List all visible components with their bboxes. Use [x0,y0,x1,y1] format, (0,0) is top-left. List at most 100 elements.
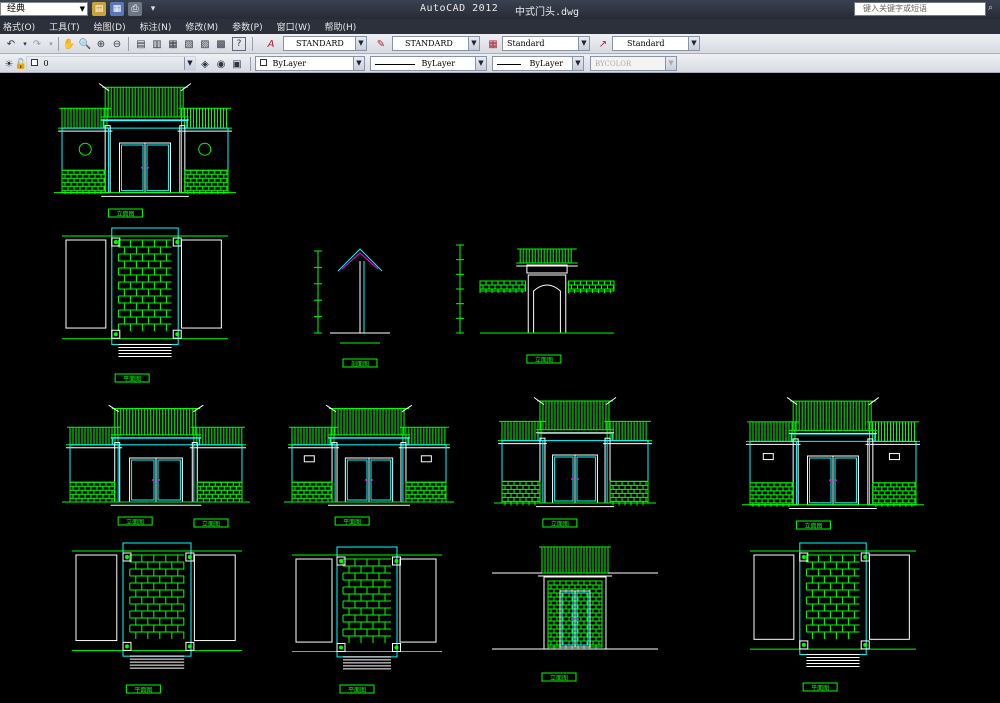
chevron-down-icon[interactable]: ▼ [475,57,486,70]
mleader-style-icon[interactable]: ↗ [596,37,610,51]
mleader-style-select[interactable]: Standard ▼ [612,36,700,51]
print-icon[interactable]: ⎙ [128,2,142,16]
linetype-preview [375,63,415,65]
annotation: 立面图 [193,518,229,528]
drawing-label-text: 平面图 [134,687,152,694]
markup-icon[interactable]: ▨ [198,37,212,51]
menu-parametric[interactable]: 参数(P) [229,20,273,33]
menu-modify[interactable]: 修改(M) [182,20,229,33]
color-select[interactable]: ByLayer ▼ [255,56,365,71]
drawing-label-text: 立面图 [551,520,569,528]
lineweight-value: ByLayer [529,59,564,68]
chevron-down-icon: ▼ [665,57,676,70]
drawing-label: 立面图 [795,520,831,530]
elevation-drawing: 立面图 [54,83,236,218]
quickcalc-icon[interactable]: ▩ [214,37,228,51]
elevation-drawing: 立面图 [742,397,924,530]
drawing-label: 平面图 [802,682,838,692]
plan-drawing: 平面图 [72,542,242,694]
drawing-canvas[interactable]: 立面图平面图剖面图立面图立面图 平面图 立面图 立面图平面图 平面图立面图平面图立面图 [0,73,1000,703]
lineweight-select[interactable]: ByLayer ▼ [492,56,584,71]
chevron-down-icon[interactable]: ▼ [578,37,589,50]
menu-draw[interactable]: 绘图(D) [91,20,137,33]
drawing-label: 立面图 [107,208,143,218]
drawing-label-text: 平面图 [348,687,366,694]
make-current-layer-icon[interactable]: ◈ [198,57,212,71]
table-style-select[interactable]: Standard ▼ [502,36,590,51]
undo-icon[interactable]: ↶ [4,37,18,51]
zoom-previous-icon[interactable]: ⊖ [110,37,124,51]
drawing-label: 立面图 [541,672,577,682]
menu-window[interactable]: 窗口(W) [274,20,322,33]
drawing-label: 立面图 [526,354,562,364]
drawing-label-text: 平面图 [123,376,141,383]
save-icon[interactable]: ▦ [110,2,124,16]
properties-icon[interactable]: ▤ [134,37,148,51]
quick-access-toolbar: ▤ ▦ ⎙ ▾ [92,2,160,16]
drawing-label-text: 剖面图 [351,360,369,368]
chevron-down-icon[interactable]: ▼ [688,37,699,50]
chevron-down-icon[interactable]: ▼ [572,57,583,70]
drawing-label: 剖面图 [342,358,378,368]
color-swatch [260,59,267,66]
chevron-down-icon[interactable]: ▾ [44,37,58,51]
design-center-icon[interactable]: ▥ [150,37,164,51]
drawing-label-text: 立面图 [202,520,220,528]
mleader-style-value: Standard [627,39,665,48]
text-style-icon[interactable]: A [264,37,278,51]
zoom-realtime-icon[interactable]: 🔍 [78,37,92,51]
workspace-select[interactable]: 经典 ▼ [0,2,88,16]
search-icon[interactable]: ⌕ [988,3,1000,15]
text-style-value: STANDARD [296,39,344,48]
elevation-drawing: 平面图 [284,404,454,526]
zoom-window-icon[interactable]: ⊕ [94,37,108,51]
linetype-value: ByLayer [421,59,456,68]
dim-style-icon[interactable]: ✎ [374,37,388,51]
chevron-down-icon[interactable]: ▼ [353,57,364,70]
table-style-icon[interactable]: ▦ [486,37,500,51]
layers-toolbar: ☀ 🔓 0 ▼ ◈ ◉ ▣ ByLayer ▼ ByLayer ▼ ByLaye… [0,54,1000,73]
drawing-label: 平面图 [125,684,161,694]
table-style-value: Standard [507,39,545,48]
app-title: AutoCAD 2012 [420,3,499,14]
menu-format[interactable]: 格式(O) [0,20,46,33]
redo-icon[interactable]: ↷ [30,37,44,51]
drawing-label-text: 立面图 [116,210,134,218]
chevron-down-icon[interactable]: ▼ [468,37,479,50]
elevation-drawing: 立面图 [456,244,615,364]
chevron-down-icon[interactable]: ▼ [355,37,366,50]
plan-drawing: 平面图 [292,546,442,694]
drawing-label-text: 立面图 [550,674,568,682]
open-icon[interactable]: ▤ [92,2,106,16]
elevation-drawing: 立面图 [62,404,250,526]
layer-select[interactable]: 0 ▼ [26,56,196,71]
title-bar: 经典 ▼ ▤ ▦ ⎙ ▾ AutoCAD 2012 中式门头.dwg 键入关键字… [0,0,1000,19]
chevron-down-icon[interactable]: ▾ [146,2,160,16]
linetype-select[interactable]: ByLayer ▼ [370,56,487,71]
sheet-set-icon[interactable]: ▧ [182,37,196,51]
elevation-drawing: 立面图 [494,396,656,528]
menu-tools[interactable]: 工具(T) [46,20,91,33]
standard-toolbar: ↶ ▾ ↷ ▾ ✋ 🔍 ⊕ ⊖ ▤ ▥ ▦ ▧ ▨ ▩ ? A STANDARD… [0,34,1000,54]
tool-palettes-icon[interactable]: ▦ [166,37,180,51]
dim-style-select[interactable]: STANDARD ▼ [392,36,480,51]
workspace-label: 经典 [7,4,26,14]
dim-style-value: STANDARD [405,39,453,48]
menu-bar: 格式(O) 工具(T) 绘图(D) 标注(N) 修改(M) 参数(P) 窗口(W… [0,19,1000,34]
menu-help[interactable]: 帮助(H) [322,20,368,33]
pan-icon[interactable]: ✋ [62,37,76,51]
help-icon[interactable]: ? [232,37,246,51]
layer-previous-icon[interactable]: ◉ [214,57,228,71]
chevron-down-icon[interactable]: ▼ [184,57,195,70]
section-drawing: 剖面图 [314,248,390,368]
color-value: ByLayer [272,59,307,68]
layer-icon[interactable]: ▣ [230,57,244,71]
drawing-label-text: 立面图 [804,522,822,530]
text-style-select[interactable]: STANDARD ▼ [283,36,367,51]
menu-dimension[interactable]: 标注(N) [137,20,183,33]
layer-value: 0 [43,59,49,68]
search-input[interactable]: 键入关键字或短语 [854,2,986,16]
drawing-label: 平面图 [114,373,150,383]
drawing-label: 立面图 [542,518,578,528]
plotstyle-value: BYCOLOR [595,60,632,68]
